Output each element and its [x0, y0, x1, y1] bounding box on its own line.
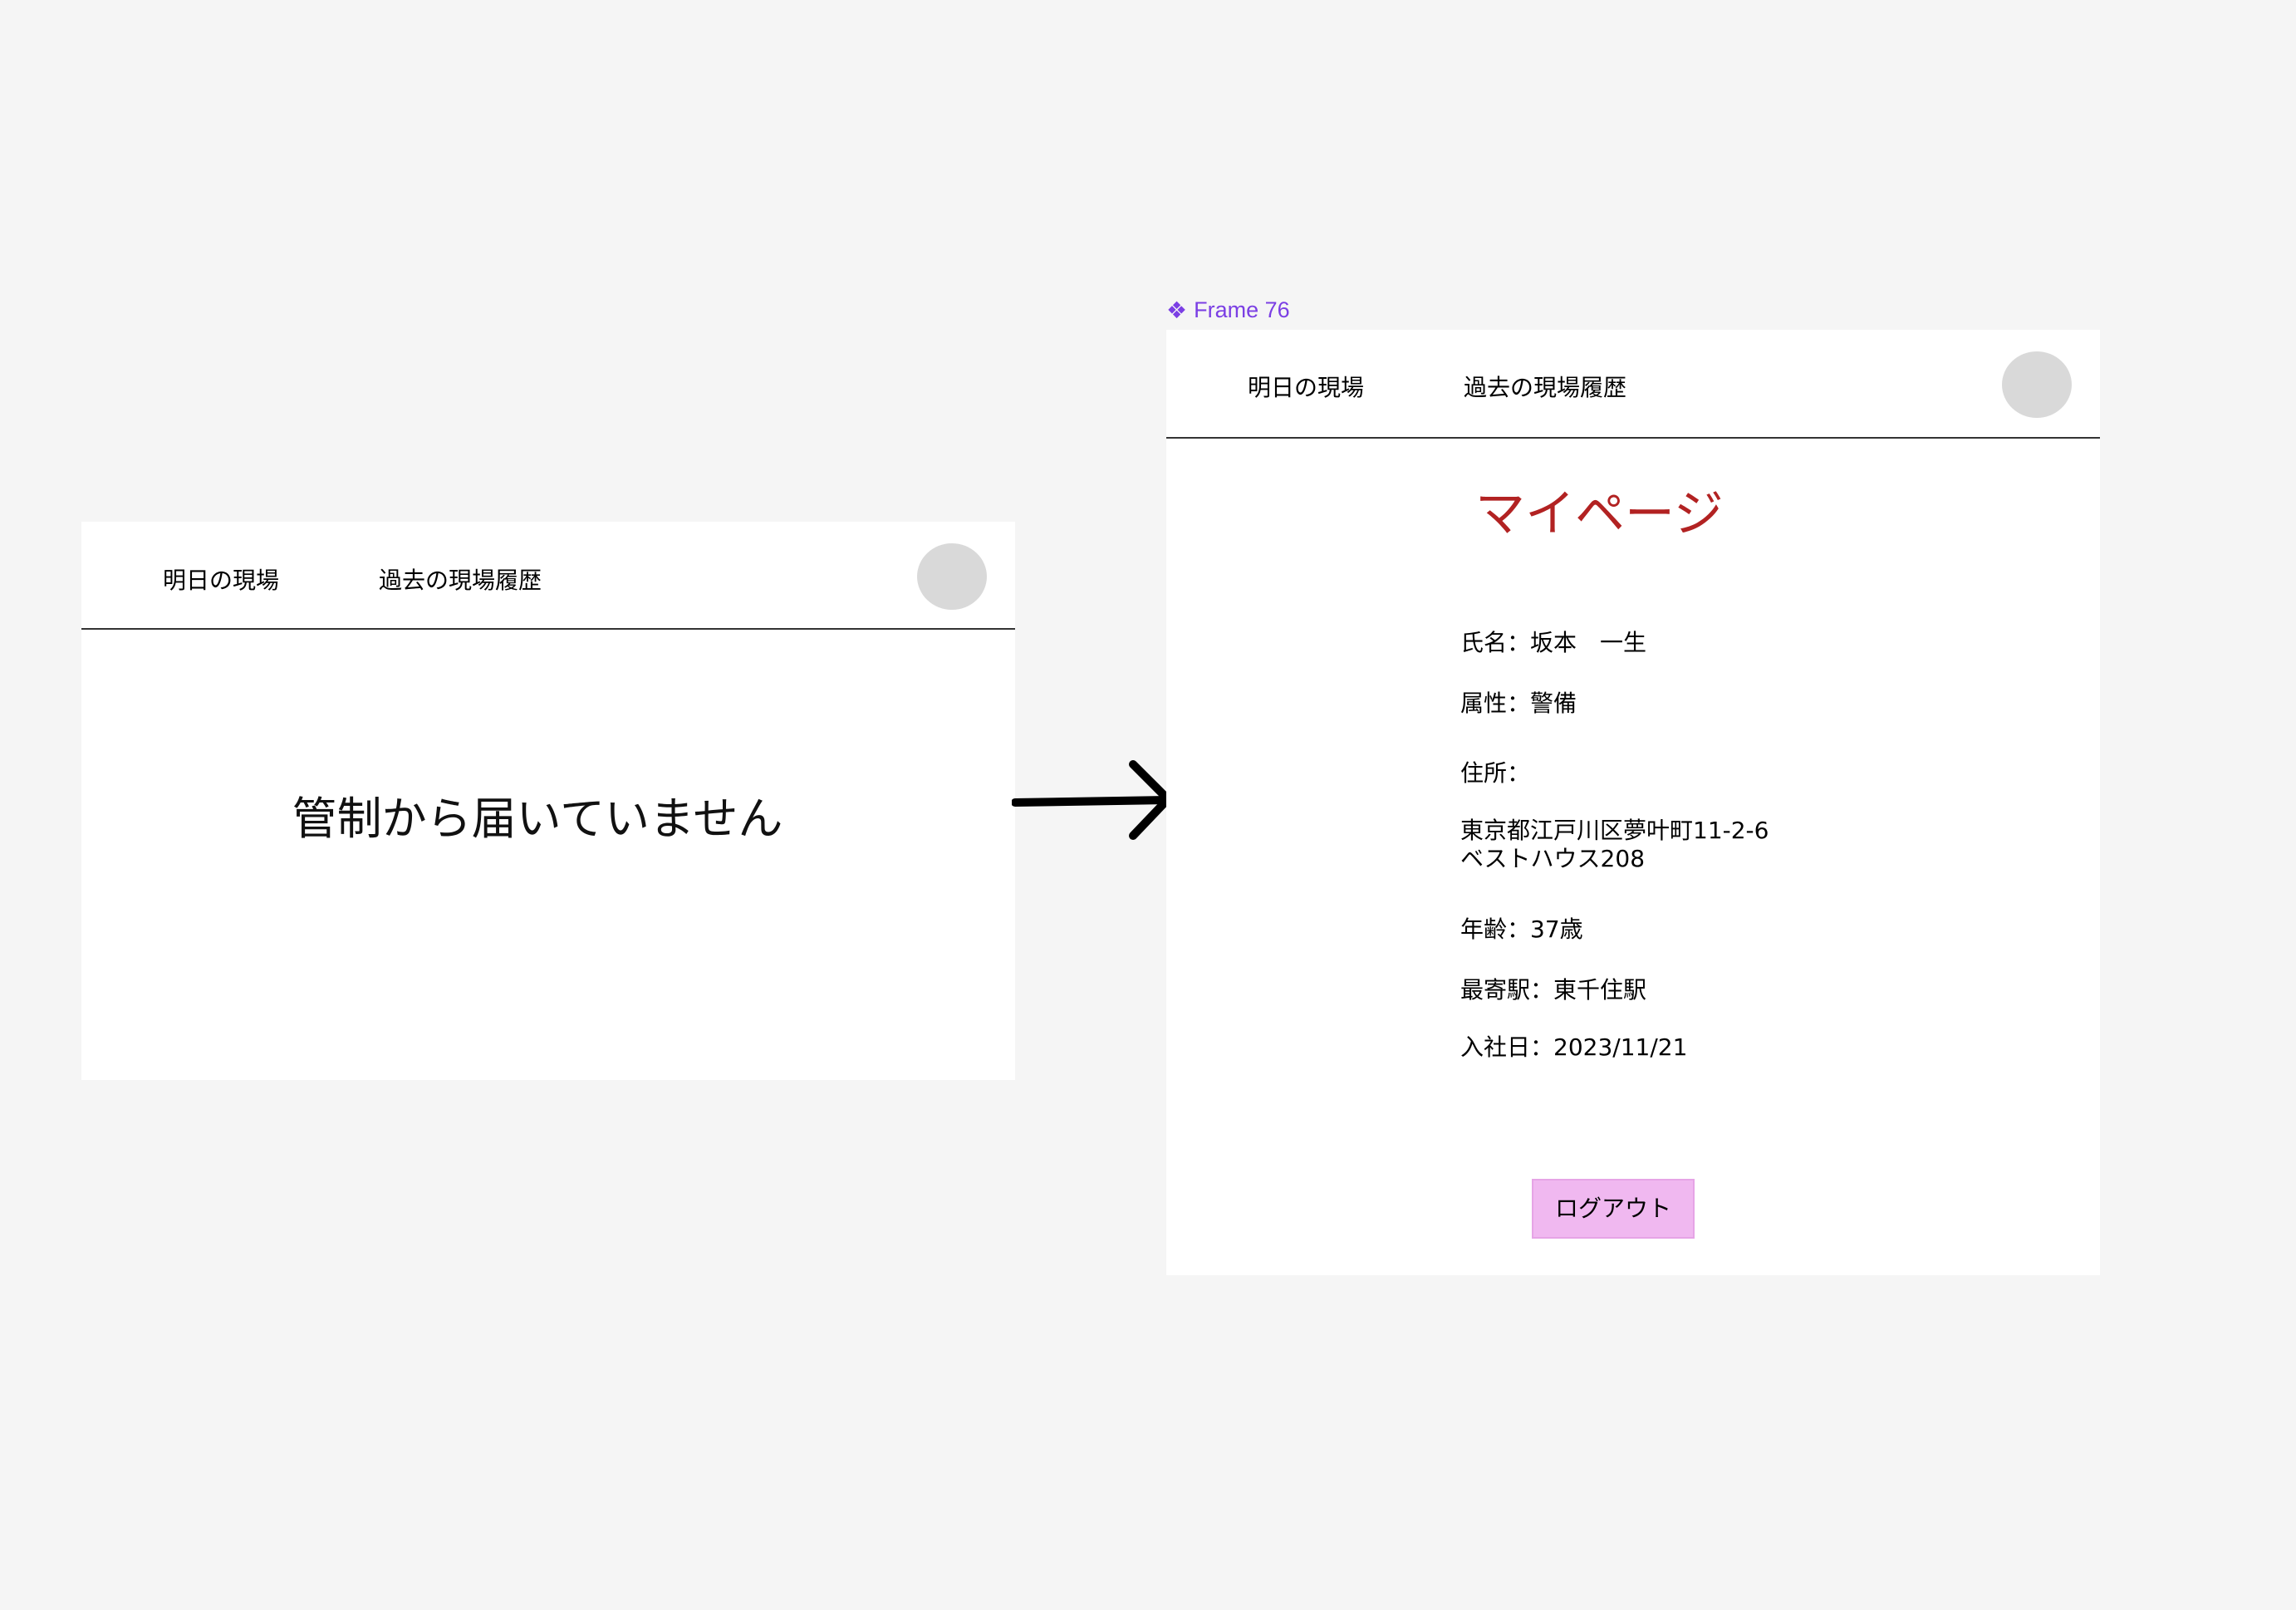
header-divider	[1166, 437, 2100, 439]
profile-name: 氏名：坂本 一生	[1460, 629, 1647, 656]
profile-attribute: 属性：警備	[1460, 690, 1577, 717]
avatar[interactable]	[2002, 351, 2072, 418]
profile-join-date: 入社日：2023/11/21	[1460, 1033, 1688, 1061]
page-title: マイページ	[1475, 485, 1724, 543]
frame-label-text: Frame 76	[1194, 297, 1290, 322]
empty-state-message: 管制から届いていません	[292, 793, 783, 845]
profile-age: 年齢：37歳	[1460, 915, 1583, 943]
avatar[interactable]	[917, 543, 987, 610]
nav-tomorrow-site[interactable]: 明日の現場	[1248, 376, 1364, 400]
profile-address-label: 住所：	[1460, 759, 1531, 787]
frame-label[interactable]: ❖ Frame 76	[1166, 297, 1290, 323]
header-divider	[81, 628, 1015, 630]
profile-address-line1: 東京都江戸川区夢叶町11-2-6	[1460, 817, 1769, 844]
arrow-right-icon	[1012, 760, 1172, 840]
nav-tomorrow-site[interactable]: 明日の現場	[163, 569, 279, 592]
logout-button[interactable]: ログアウト	[1532, 1179, 1695, 1239]
no-assignment-screen: 明日の現場 過去の現場履歴 管制から届いていません	[81, 522, 1015, 1080]
nav-past-site-history[interactable]: 過去の現場履歴	[379, 569, 542, 592]
component-icon: ❖	[1166, 297, 1188, 323]
profile-nearest-station: 最寄駅：東千住駅	[1460, 976, 1647, 1004]
nav-past-site-history[interactable]: 過去の現場履歴	[1464, 376, 1626, 400]
my-page-screen: 明日の現場 過去の現場履歴 マイページ 氏名：坂本 一生 属性：警備 住所： 東…	[1166, 330, 2100, 1275]
profile-address-line2: ベストハウス208	[1460, 845, 1646, 872]
